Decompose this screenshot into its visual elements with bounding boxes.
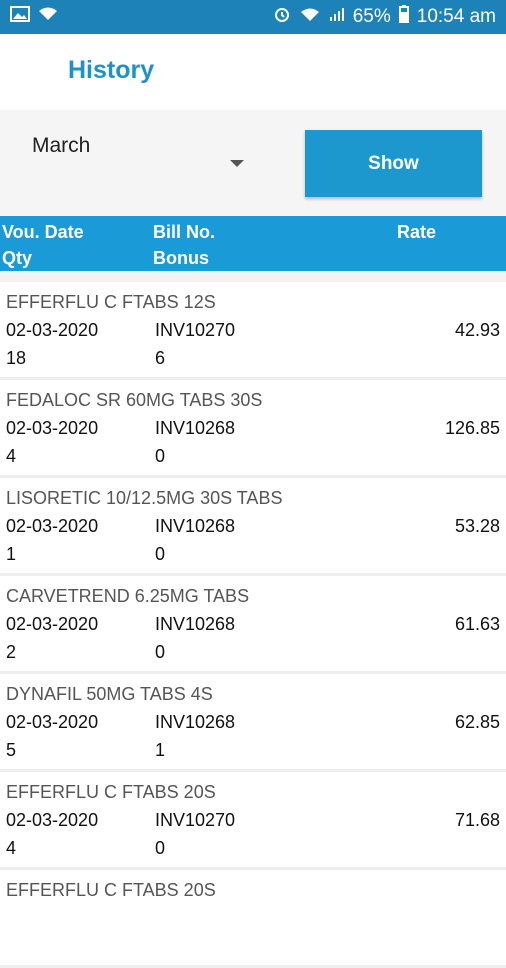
app-bar: History xyxy=(0,34,506,110)
rate: 42.93 xyxy=(454,320,500,340)
product-name: EFFERFLU C FTABS 20S xyxy=(6,782,216,802)
alarm-icon xyxy=(273,5,291,29)
bonus: 0 xyxy=(155,446,166,466)
rate: 71.68 xyxy=(454,810,500,830)
vou-date: 02-03-2020 xyxy=(6,614,99,634)
product-name: LISORETIC 10/12.5MG 30S TABS xyxy=(6,488,283,508)
bill-no: INV10268 xyxy=(155,614,236,634)
list-item[interactable]: EFFERFLU C FTABS 20S 02-03-2020 INV10270… xyxy=(0,772,506,870)
filter-panel: March Show xyxy=(0,110,506,216)
rate: 61.63 xyxy=(454,614,500,634)
history-list: EFFERFLU C FTABS 12S 02-03-2020 INV10270… xyxy=(0,282,506,968)
qty: 2 xyxy=(6,642,17,662)
col-bonus: Bonus xyxy=(153,248,209,268)
wifi-icon xyxy=(38,6,58,28)
product-name: EFFERFLU C FTABS 20S xyxy=(6,880,216,900)
rate: 126.85 xyxy=(444,418,500,438)
col-vou-date: Vou. Date xyxy=(2,222,84,242)
list-item[interactable]: DYNAFIL 50MG TABS 4S 02-03-2020 INV10268… xyxy=(0,674,506,772)
bonus: 0 xyxy=(155,642,166,662)
dropdown-arrow-icon[interactable] xyxy=(230,160,244,167)
bonus: 6 xyxy=(155,348,166,368)
bill-no: INV10268 xyxy=(155,418,236,438)
vou-date: 02-03-2020 xyxy=(6,810,99,830)
vou-date: 02-03-2020 xyxy=(6,712,99,732)
list-item[interactable]: CARVETREND 6.25MG TABS 02-03-2020 INV102… xyxy=(0,576,506,674)
cell-signal-icon xyxy=(329,6,345,28)
qty: 1 xyxy=(6,544,17,564)
wifi-signal-icon xyxy=(299,6,321,28)
bonus: 0 xyxy=(155,838,166,858)
table-header: Vou. Date Bill No. Rate Qty Bonus xyxy=(0,216,506,271)
clock: 10:54 am xyxy=(416,6,496,27)
qty: 5 xyxy=(6,740,17,760)
vou-date: 02-03-2020 xyxy=(6,418,99,438)
bill-no: INV10270 xyxy=(155,810,236,830)
status-bar: 65% 10:54 am xyxy=(0,0,506,34)
page-title: History xyxy=(68,56,155,84)
list-item[interactable]: EFFERFLU C FTABS 20S xyxy=(0,870,506,968)
qty: 18 xyxy=(6,348,27,368)
product-name: FEDALOC SR 60MG TABS 30S xyxy=(6,390,263,410)
battery-percent: 65% xyxy=(352,6,391,27)
bill-no: INV10268 xyxy=(155,516,236,536)
vou-date: 02-03-2020 xyxy=(6,320,99,340)
list-item[interactable]: LISORETIC 10/12.5MG 30S TABS 02-03-2020 … xyxy=(0,478,506,576)
product-name: DYNAFIL 50MG TABS 4S xyxy=(6,684,213,704)
list-item[interactable]: FEDALOC SR 60MG TABS 30S 02-03-2020 INV1… xyxy=(0,380,506,478)
battery-icon xyxy=(398,5,409,29)
product-name: EFFERFLU C FTABS 12S xyxy=(6,292,216,312)
product-name: CARVETREND 6.25MG TABS xyxy=(6,586,250,606)
bill-no: INV10268 xyxy=(155,712,236,732)
month-select[interactable]: March xyxy=(32,134,90,158)
vou-date: 02-03-2020 xyxy=(6,516,99,536)
qty: 4 xyxy=(6,446,17,466)
image-icon xyxy=(10,6,30,28)
col-qty: Qty xyxy=(2,248,33,268)
col-bill-no: Bill No. xyxy=(153,222,215,242)
col-rate: Rate xyxy=(397,222,437,242)
qty: 4 xyxy=(6,838,17,858)
bonus: 0 xyxy=(155,544,166,564)
rate: 53.28 xyxy=(454,516,500,536)
bill-no: INV10270 xyxy=(155,320,236,340)
show-button[interactable]: Show xyxy=(305,130,482,197)
rate: 62.85 xyxy=(454,712,500,732)
bonus: 1 xyxy=(155,740,166,760)
list-item[interactable]: EFFERFLU C FTABS 12S 02-03-2020 INV10270… xyxy=(0,282,506,380)
